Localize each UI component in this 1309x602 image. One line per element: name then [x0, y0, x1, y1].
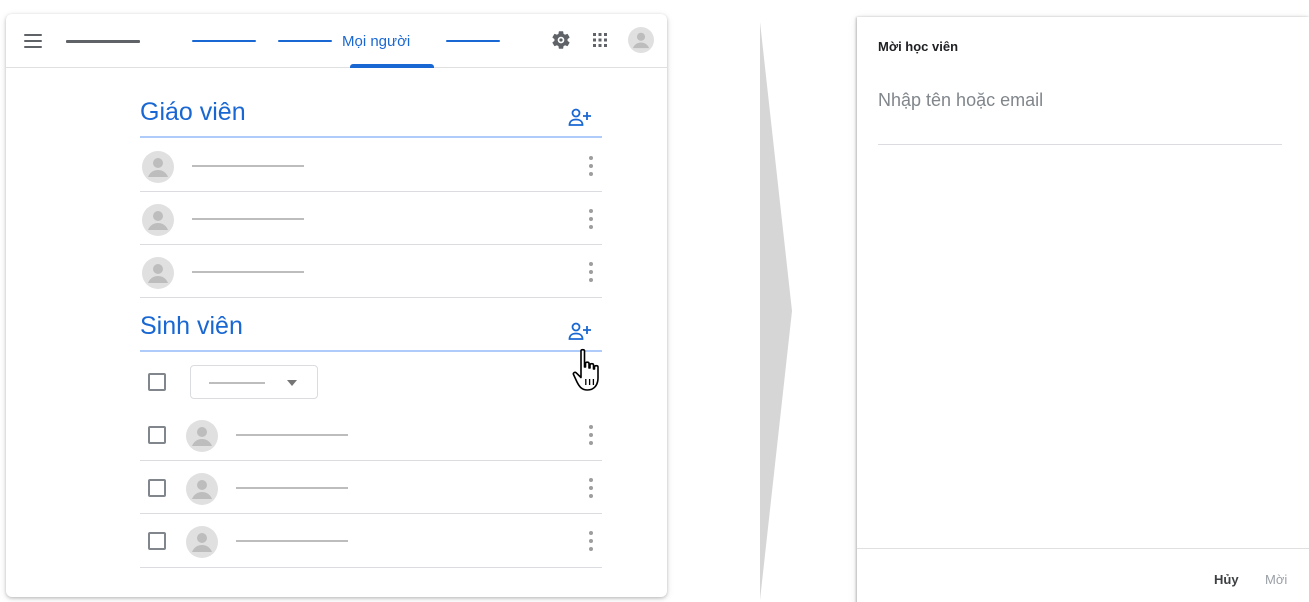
account-avatar-icon[interactable]	[628, 27, 654, 53]
caret-down-icon	[287, 380, 297, 386]
more-options-icon[interactable]	[588, 477, 594, 499]
student-checkbox[interactable]	[148, 479, 166, 497]
teacher-row[interactable]	[140, 193, 602, 245]
students-section-title: Sinh viên	[140, 312, 243, 340]
tab-classwork-placeholder[interactable]	[278, 40, 332, 42]
teachers-section-divider	[140, 136, 602, 138]
teacher-row[interactable]	[140, 246, 602, 298]
hand-pointer-cursor-icon	[572, 348, 599, 391]
student-row[interactable]	[140, 515, 602, 567]
more-options-icon[interactable]	[588, 261, 594, 283]
avatar-icon	[186, 473, 218, 505]
avatar-icon	[142, 204, 174, 236]
actions-dropdown[interactable]	[190, 365, 318, 399]
invite-button[interactable]: Mời	[1265, 572, 1287, 587]
add-student-icon[interactable]	[568, 321, 592, 341]
student-row[interactable]	[140, 409, 602, 461]
more-options-icon[interactable]	[588, 208, 594, 230]
name-or-email-input[interactable]	[878, 87, 1282, 145]
hamburger-menu-icon[interactable]	[24, 34, 44, 48]
gear-icon[interactable]	[550, 29, 572, 51]
top-app-bar: Mọi người	[6, 14, 667, 68]
more-options-icon[interactable]	[588, 530, 594, 552]
avatar-icon	[186, 420, 218, 452]
teacher-name-placeholder	[192, 218, 304, 220]
list-bottom-divider	[140, 567, 602, 568]
student-checkbox[interactable]	[148, 532, 166, 550]
active-tab-indicator	[350, 64, 434, 68]
student-row[interactable]	[140, 462, 602, 514]
more-options-icon[interactable]	[588, 155, 594, 177]
tab-stream-placeholder[interactable]	[192, 40, 256, 42]
student-name-placeholder	[236, 434, 348, 436]
dialog-title: Mời học viên	[878, 39, 959, 54]
students-section-divider	[140, 350, 602, 352]
classroom-people-page: Mọi người Giáo viên Sinh viên	[6, 14, 667, 597]
apps-grid-icon[interactable]	[592, 32, 608, 48]
dialog-footer-divider	[857, 548, 1309, 549]
teacher-row[interactable]	[140, 140, 602, 192]
more-options-icon[interactable]	[588, 424, 594, 446]
teacher-name-placeholder	[192, 165, 304, 167]
dropdown-value-placeholder	[209, 382, 265, 384]
tab-grades-placeholder[interactable]	[446, 40, 500, 42]
class-name-placeholder[interactable]	[66, 40, 140, 43]
select-all-checkbox[interactable]	[148, 373, 166, 391]
avatar-icon	[142, 257, 174, 289]
student-name-placeholder	[236, 540, 348, 542]
teachers-section-title: Giáo viên	[140, 98, 246, 126]
avatar-icon	[142, 151, 174, 183]
teacher-name-placeholder	[192, 271, 304, 273]
invite-students-dialog: Mời học viên Hủy Mời	[857, 17, 1309, 602]
student-name-placeholder	[236, 487, 348, 489]
add-teacher-icon[interactable]	[568, 107, 592, 127]
cancel-button[interactable]: Hủy	[1214, 572, 1239, 587]
tab-people[interactable]: Mọi người	[342, 33, 410, 50]
avatar-icon	[186, 526, 218, 558]
student-checkbox[interactable]	[148, 426, 166, 444]
transition-arrow-icon	[760, 22, 792, 600]
